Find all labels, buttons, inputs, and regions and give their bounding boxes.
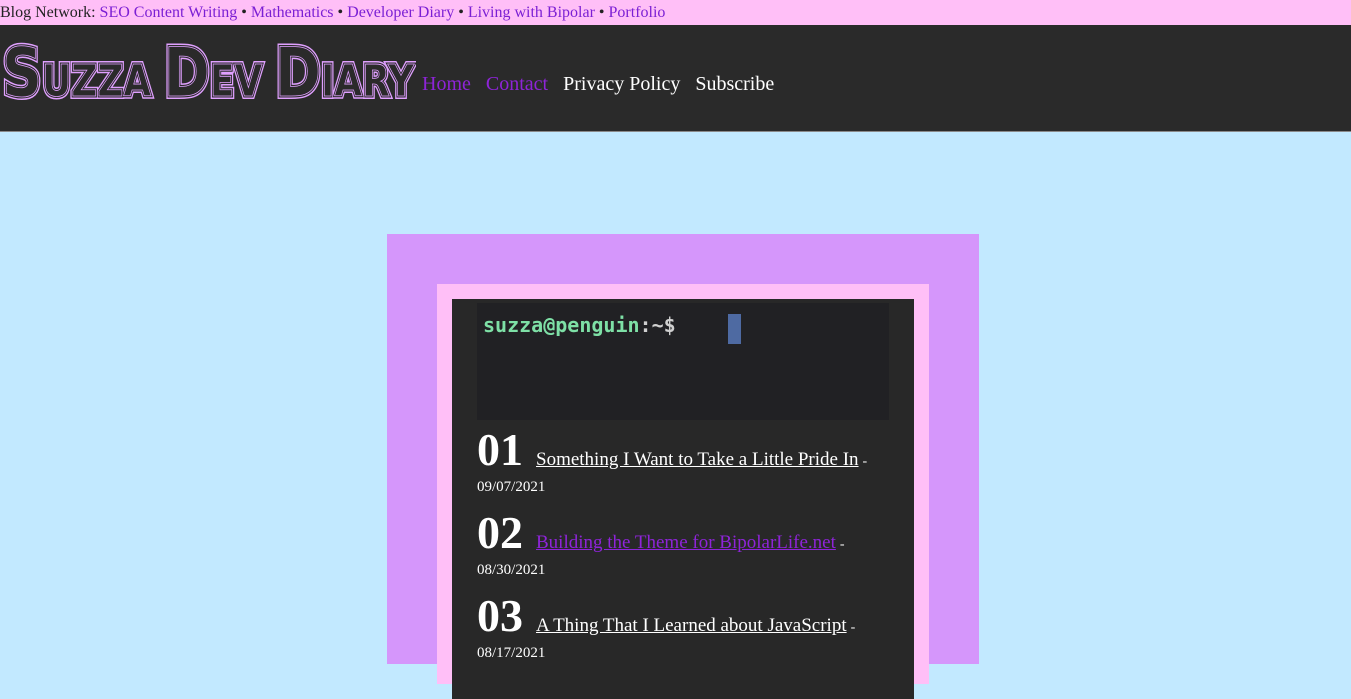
svg-text:SUZZA DEV DIARY: SUZZA DEV DIARY <box>2 39 415 103</box>
post-number: 01 <box>477 424 523 475</box>
site-logo[interactable]: .lg-big { font-family: "DejaVu Sans", sa… <box>0 39 416 103</box>
nav-subscribe[interactable]: Subscribe <box>695 73 774 96</box>
post-list: 01 Something I Want to Take a Little Pri… <box>477 425 889 674</box>
post-number: 03 <box>477 590 523 641</box>
network-link-bipolar[interactable]: Living with Bipolar <box>468 4 595 21</box>
network-separator: • <box>337 4 344 21</box>
main-nav: Home Contact Privacy Policy Subscribe <box>422 73 789 96</box>
blog-network-bar: Blog Network: SEO Content Writing • Math… <box>0 0 1351 25</box>
post-dash: - <box>839 537 845 552</box>
outer-frame: suzza@penguin:~$ 01 Something I Want to … <box>387 234 979 699</box>
post-date: 08/17/2021 <box>477 645 546 661</box>
nav-home[interactable]: Home <box>422 73 471 96</box>
nav-privacy-policy[interactable]: Privacy Policy <box>563 73 680 96</box>
terminal-path: :~$ <box>639 313 676 337</box>
network-separator: • <box>241 4 247 21</box>
post-date: 09/07/2021 <box>477 479 546 495</box>
post-dash: - <box>862 454 868 469</box>
post-number: 02 <box>477 507 523 558</box>
blog-network-label: Blog Network: <box>0 4 96 21</box>
recent-posts-card: suzza@penguin:~$ 01 Something I Want to … <box>452 299 914 699</box>
terminal-user: suzza@penguin <box>483 313 640 337</box>
post-item: 03 A Thing That I Learned about JavaScri… <box>477 591 889 663</box>
network-separator: • <box>598 4 605 21</box>
network-link-developer-diary[interactable]: Developer Diary <box>347 4 454 21</box>
nav-contact[interactable]: Contact <box>486 73 548 96</box>
network-separator: • <box>458 4 464 21</box>
post-item: 02 Building the Theme for BipolarLife.ne… <box>477 508 889 580</box>
post-title-link[interactable]: Something I Want to Take a Little Pride … <box>536 449 859 471</box>
terminal-prompt: suzza@penguin:~$ <box>483 313 676 337</box>
post-date: 08/30/2021 <box>477 562 546 578</box>
terminal-banner-image: suzza@penguin:~$ <box>477 303 889 420</box>
network-link-mathematics[interactable]: Mathematics <box>251 4 334 21</box>
post-dash: - <box>850 620 856 635</box>
network-link-portfolio[interactable]: Portfolio <box>609 4 666 21</box>
post-item: 01 Something I Want to Take a Little Pri… <box>477 425 889 497</box>
post-title-link[interactable]: Building the Theme for BipolarLife.net <box>536 532 836 554</box>
terminal-cursor <box>728 314 741 344</box>
inner-frame: suzza@penguin:~$ 01 Something I Want to … <box>437 284 929 699</box>
network-link-seo[interactable]: SEO Content Writing <box>100 4 238 21</box>
site-header: .lg-big { font-family: "DejaVu Sans", sa… <box>0 25 1351 132</box>
post-title-link[interactable]: A Thing That I Learned about JavaScript <box>536 615 847 637</box>
